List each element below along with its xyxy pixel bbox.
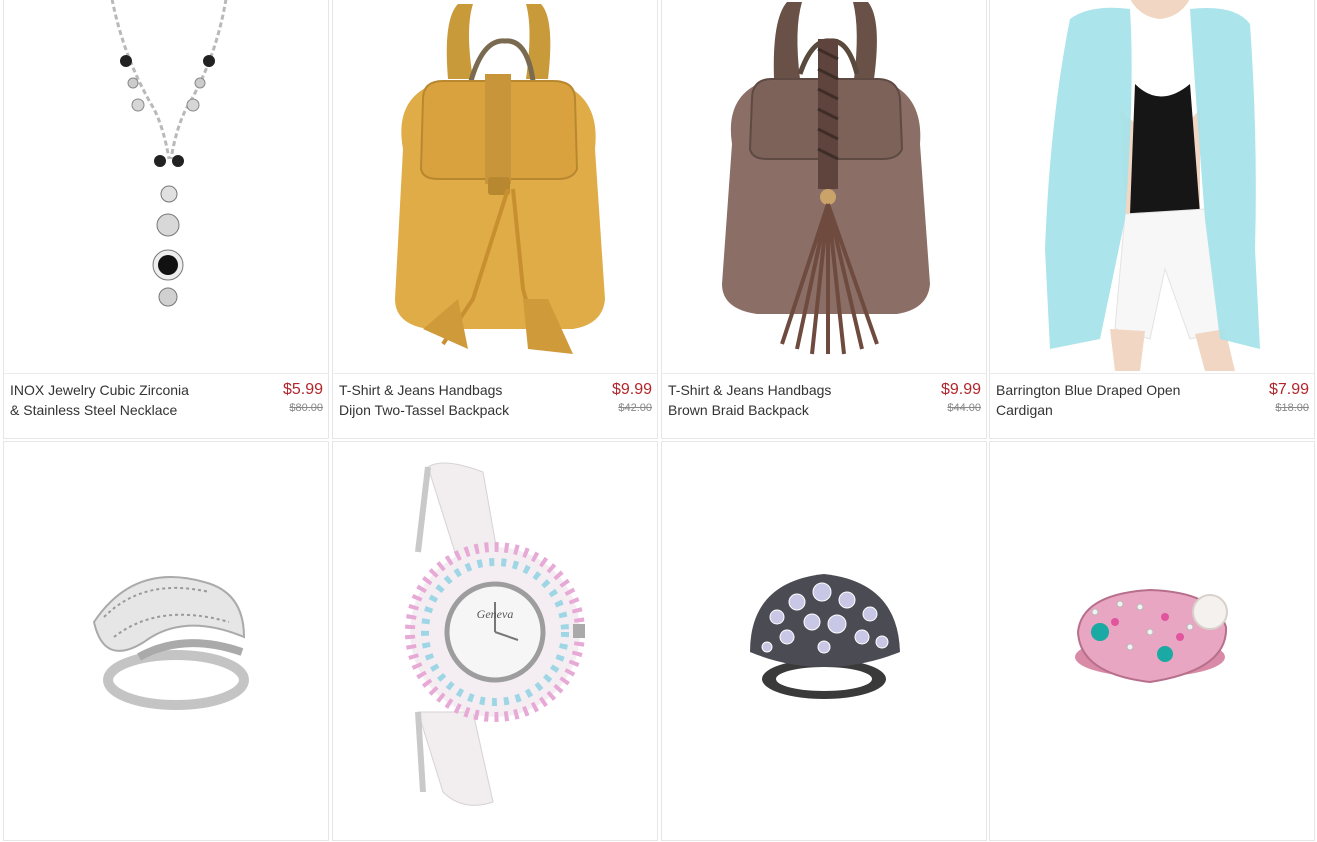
product-title[interactable]: T-Shirt & Jeans Handbags Brown Braid Bac… [668,380,878,420]
product-card[interactable] [989,441,1315,841]
product-image-brown-backpack[interactable] [662,0,986,374]
sale-price: $9.99 [611,381,652,398]
product-card[interactable]: T-Shirt & Jeans Handbags Dijon Two-Tasse… [332,0,658,439]
product-info: Barrington Blue Draped Open Cardigan $7.… [996,380,1309,424]
product-image-silver-ring[interactable] [4,442,328,842]
product-image-yellow-backpack[interactable] [333,0,657,374]
original-price: $80.00 [289,402,323,414]
product-image-cardigan[interactable] [990,0,1314,374]
product-info: INOX Jewelry Cubic Zirconia & Stainless … [10,380,323,424]
product-image-dark-crystal-ring[interactable] [662,442,986,842]
product-image-crystal-watch[interactable]: Geneva [333,442,657,842]
product-card[interactable]: Geneva [332,441,658,841]
original-price: $18.00 [1275,402,1309,414]
product-card[interactable]: INOX Jewelry Cubic Zirconia & Stainless … [3,0,329,439]
product-title[interactable]: T-Shirt & Jeans Handbags Dijon Two-Tasse… [339,380,549,420]
product-card[interactable]: Barrington Blue Draped Open Cardigan $7.… [989,0,1315,439]
product-title[interactable]: INOX Jewelry Cubic Zirconia & Stainless … [10,380,220,420]
product-image-pink-pearl-ring[interactable] [990,442,1314,842]
original-price: $42.00 [618,402,652,414]
sale-price: $7.99 [1268,381,1309,398]
product-card[interactable] [661,441,987,841]
product-title[interactable]: Barrington Blue Draped Open Cardigan [996,380,1206,420]
product-card[interactable] [3,441,329,841]
watch-brand-label: Geneva [477,607,514,621]
sale-price: $5.99 [282,381,323,398]
sale-price: $9.99 [940,381,981,398]
original-price: $44.00 [947,402,981,414]
product-image-necklace[interactable] [4,0,328,374]
product-info: T-Shirt & Jeans Handbags Dijon Two-Tasse… [339,380,652,424]
product-card[interactable]: T-Shirt & Jeans Handbags Brown Braid Bac… [661,0,987,439]
product-info: T-Shirt & Jeans Handbags Brown Braid Bac… [668,380,981,424]
